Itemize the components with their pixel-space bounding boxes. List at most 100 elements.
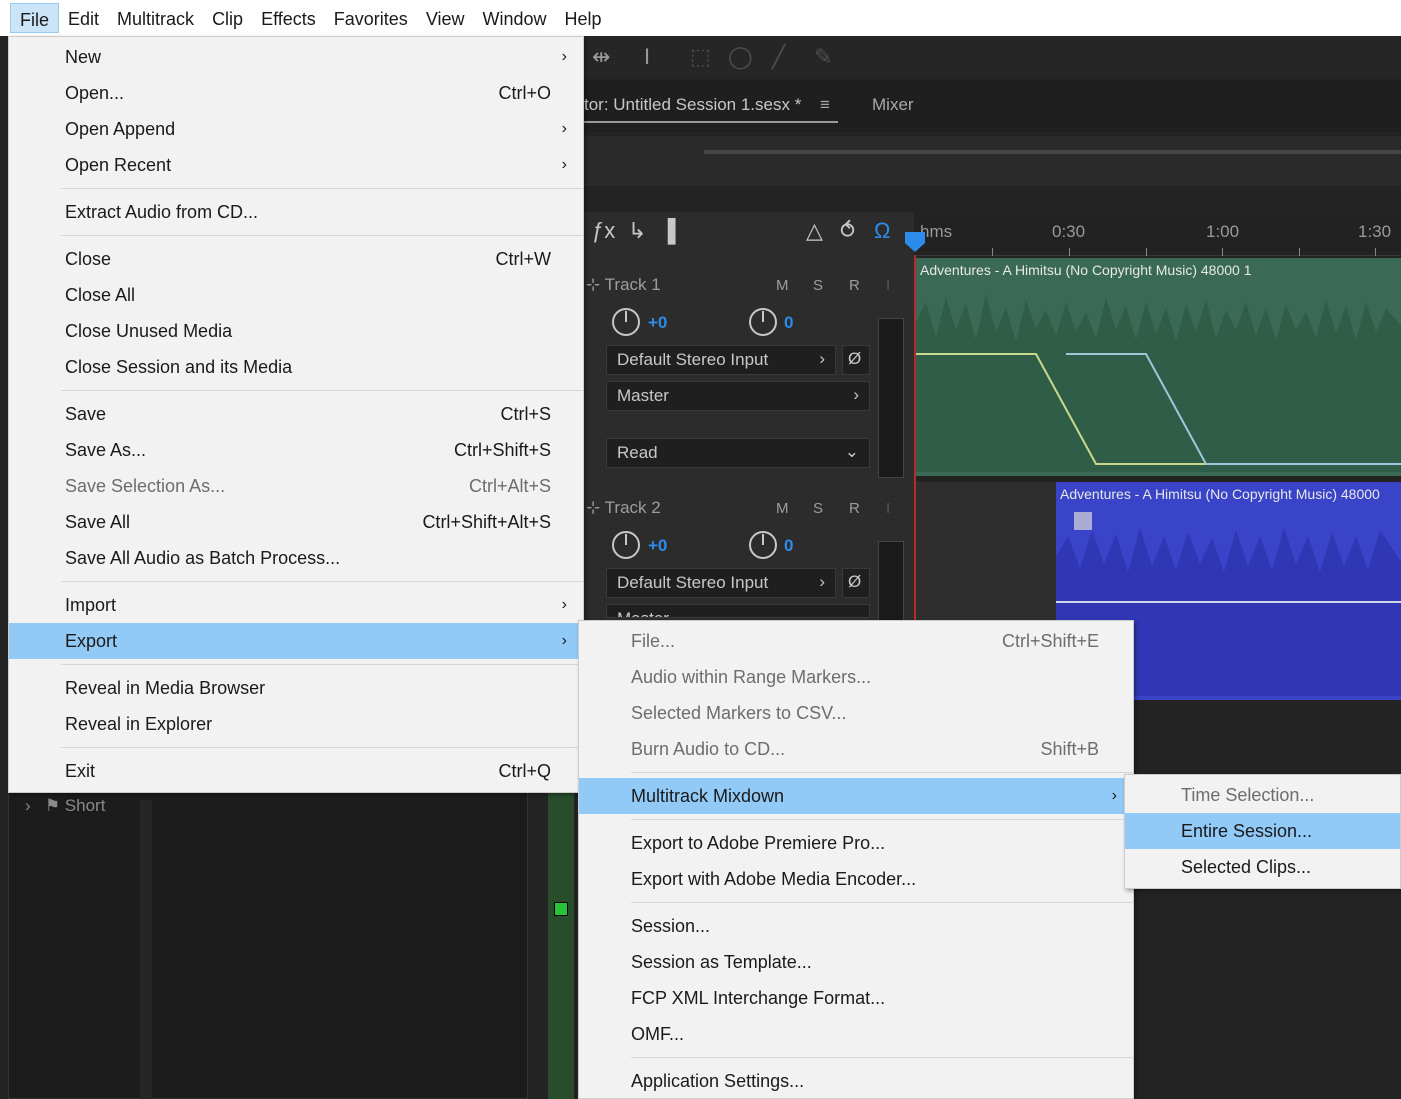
chevron-right-icon: ›: [561, 120, 567, 137]
ruler-tick: [1146, 248, 1147, 256]
track2-polarity-button[interactable]: Ø: [842, 568, 870, 598]
marquee-tool-icon[interactable]: ⬚: [690, 44, 711, 70]
chevron-right-icon: ›: [561, 632, 567, 649]
ruler-tick: [1069, 248, 1070, 256]
snap-icon[interactable]: Ω: [874, 218, 890, 244]
track1-name-text[interactable]: Track 1: [605, 275, 661, 294]
spot-healing-tool-icon[interactable]: ✎: [814, 44, 832, 70]
panel-menu-icon[interactable]: ≡: [820, 95, 830, 115]
menu-file[interactable]: File: [10, 3, 60, 33]
menu-item-multitrack-mixdown[interactable]: Multitrack Mixdown ›: [579, 778, 1133, 814]
menu-item-export-fcp-xml[interactable]: FCP XML Interchange Format...: [579, 980, 1133, 1016]
metronome-icon[interactable]: △: [806, 218, 823, 244]
menu-window[interactable]: Window: [474, 3, 556, 33]
menu-clip[interactable]: Clip: [203, 3, 252, 33]
menu-item-save-as[interactable]: Save As... Ctrl+Shift+S: [9, 432, 583, 468]
menu-item-close-all[interactable]: Close All: [9, 277, 583, 313]
track1-input-monitor-button[interactable]: I: [886, 277, 890, 294]
track2-pan-value[interactable]: 0: [784, 536, 793, 556]
effects-rack-icon[interactable]: ƒx: [592, 218, 615, 244]
track1-level-meter: [878, 318, 904, 478]
menu-item-save-batch[interactable]: Save All Audio as Batch Process...: [9, 540, 583, 576]
track2-output-select[interactable]: Master: [606, 604, 870, 618]
track2-name[interactable]: ⊹ Track 2: [586, 498, 661, 518]
track2-volume-value[interactable]: +0: [648, 536, 667, 556]
menu-item-open[interactable]: Open... Ctrl+O: [9, 75, 583, 111]
menu-item-export-session[interactable]: Session...: [579, 908, 1133, 944]
menu-separator: [631, 772, 1133, 773]
track1-volume-knob[interactable]: [612, 308, 640, 336]
menu-item-save[interactable]: Save Ctrl+S: [9, 396, 583, 432]
time-stretch-tool-icon[interactable]: ⇹: [592, 44, 610, 70]
track1-pan-knob[interactable]: [749, 308, 777, 336]
track2-input-monitor-button[interactable]: I: [886, 500, 890, 517]
track1-polarity-button[interactable]: Ø: [842, 345, 870, 375]
menu-item-save-all[interactable]: Save All Ctrl+Shift+Alt+S: [9, 504, 583, 540]
track1-name[interactable]: ⊹ Track 1: [586, 275, 661, 295]
menu-item-selected-clips[interactable]: Selected Clips...: [1125, 849, 1400, 885]
menu-item-exit[interactable]: Exit Ctrl+Q: [9, 753, 583, 789]
menu-item-export-omf[interactable]: OMF...: [579, 1016, 1133, 1052]
menu-item-time-selection: Time Selection...: [1181, 785, 1315, 805]
panel-splitter[interactable]: [140, 800, 152, 1099]
clip-title: Adventures - A Himitsu (No Copyright Mus…: [1060, 486, 1380, 502]
timeline-ruler[interactable]: [914, 214, 1401, 256]
menu-favorites[interactable]: Favorites: [325, 3, 417, 33]
eq-icon[interactable]: ▐: [660, 218, 676, 244]
menu-item-entire-session[interactable]: Entire Session...: [1125, 813, 1400, 849]
shortcut-item-label: Short: [64, 796, 106, 815]
tab-editor-session[interactable]: tor: Untitled Session 1.sesx *: [584, 95, 801, 115]
track1-record-button[interactable]: R: [849, 277, 860, 294]
menu-view[interactable]: View: [417, 3, 474, 33]
menu-item-export-app-settings[interactable]: Application Settings...: [579, 1063, 1133, 1099]
track2-volume-knob[interactable]: [612, 531, 640, 559]
track1-output-label: Master: [617, 386, 669, 405]
menu-item-close-unused[interactable]: Close Unused Media: [9, 313, 583, 349]
sends-icon[interactable]: ↳: [628, 218, 646, 244]
menu-effects[interactable]: Effects: [252, 3, 325, 33]
menu-item-export-premiere[interactable]: Export to Adobe Premiere Pro...: [579, 825, 1133, 861]
track1-volume-value[interactable]: +0: [648, 313, 667, 333]
menu-item-reveal-browser[interactable]: Reveal in Media Browser: [9, 670, 583, 706]
brush-tool-icon[interactable]: ╱: [772, 44, 785, 70]
lasso-tool-icon[interactable]: ◯: [728, 44, 753, 70]
menu-item-open-append[interactable]: Open Append ›: [9, 111, 583, 147]
menu-item-reveal-explorer[interactable]: Reveal in Explorer: [9, 706, 583, 742]
track1-automation-select[interactable]: Read ⌄: [606, 438, 870, 468]
track2-input-select[interactable]: Default Stereo Input ›: [606, 568, 836, 598]
menu-item-close[interactable]: Close Ctrl+W: [9, 241, 583, 277]
zoom-navigator[interactable]: [584, 136, 1401, 186]
track2-pan-knob[interactable]: [749, 531, 777, 559]
menu-multitrack[interactable]: Multitrack: [108, 3, 203, 33]
track1-input-select[interactable]: Default Stereo Input ›: [606, 345, 836, 375]
track2-name-text[interactable]: Track 2: [605, 498, 661, 517]
menu-separator: [61, 747, 583, 748]
menu-edit[interactable]: Edit: [59, 3, 108, 33]
track2-solo-button[interactable]: S: [813, 500, 823, 517]
menu-item-export-template[interactable]: Session as Template...: [579, 944, 1133, 980]
track1-solo-button[interactable]: S: [813, 277, 823, 294]
menu-item-close-session[interactable]: Close Session and its Media: [9, 349, 583, 385]
menu-item-export-media-encoder[interactable]: Export with Adobe Media Encoder...: [579, 861, 1133, 897]
menu-separator: [631, 902, 1133, 903]
menu-item-export[interactable]: Export ›: [9, 623, 583, 659]
track2-record-button[interactable]: R: [849, 500, 860, 517]
track1-mute-button[interactable]: M: [776, 277, 789, 294]
menu-item-open-recent[interactable]: Open Recent ›: [9, 147, 583, 183]
tab-underline: [584, 121, 838, 123]
track1-pan-value[interactable]: 0: [784, 313, 793, 333]
chevron-right-icon: ›: [561, 48, 567, 65]
tab-mixer[interactable]: Mixer: [872, 95, 914, 115]
menu-item-new[interactable]: New ›: [9, 39, 583, 75]
ruler-label: 0:30: [1052, 222, 1086, 241]
chevron-right-icon: ›: [561, 596, 567, 613]
track1-output-select[interactable]: Master ›: [606, 381, 870, 411]
track2-mute-button[interactable]: M: [776, 500, 789, 517]
panel-tree-row[interactable]: › ⚑ Short: [25, 796, 105, 816]
menu-help[interactable]: Help: [556, 3, 611, 33]
time-selection-tool-icon[interactable]: I: [644, 44, 650, 70]
menu-item-extract-audio[interactable]: Extract Audio from CD...: [9, 194, 583, 230]
audio-clip-track1[interactable]: Adventures - A Himitsu (No Copyright Mus…: [916, 258, 1401, 476]
menu-item-import[interactable]: Import ›: [9, 587, 583, 623]
loop-icon[interactable]: ⥀: [840, 218, 855, 244]
